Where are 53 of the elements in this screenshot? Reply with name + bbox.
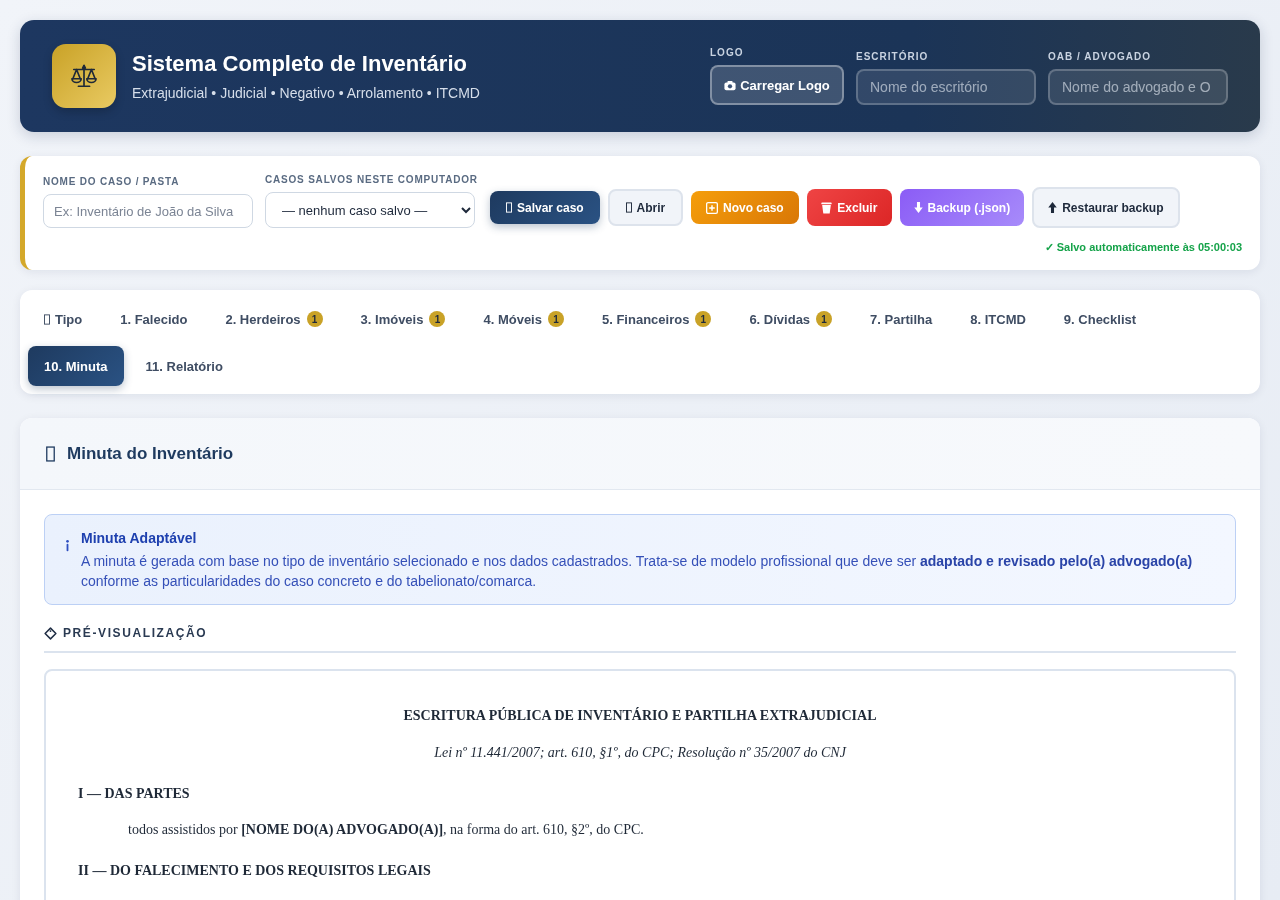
preview-heading: PRÉ-VISUALIZAÇÃO (63, 625, 208, 641)
tab[interactable]: 5. Financeiros 1 (585, 299, 728, 339)
arrow-down-icon (913, 202, 923, 213)
case-name-input[interactable]: Ex: Inventário de João da Silva (43, 194, 253, 228)
field-label: LOGO (710, 47, 745, 59)
delete-button[interactable]: Excluir (806, 189, 892, 226)
field-label: ESCRITÓRIO (856, 51, 930, 63)
open-case-button[interactable]: Abrir (607, 189, 683, 226)
tab[interactable]: Tipo (28, 299, 99, 339)
upload-logo-button[interactable]: Carregar Logo (710, 65, 844, 105)
document-subtitle: Lei nº 11.441/2007; art. 610, §1º, do CPC; Resolução nº 35/2007 do CNJ (433, 744, 848, 762)
notice-title: Minuta Adaptável (81, 529, 198, 547)
missing-glyph-icon (46, 445, 55, 462)
document-paragraph: todos assistidos por [NOME DO(A) ADVOGADO(A)], na forma do art. 610, §2º, do CPC. (127, 821, 645, 839)
app-subtitle: Extrajudicial • Judicial • Negativo • Arrolamento • ITCMD (132, 84, 480, 102)
backup-button[interactable]: Backup (.json) (899, 189, 1024, 226)
info-icon (65, 539, 70, 552)
missing-glyph-icon (625, 202, 632, 213)
tab[interactable]: 4. Móveis 1 (467, 299, 580, 339)
section-title: Minuta do Inventário (67, 443, 234, 464)
tab[interactable]: 3. Imóveis 1 (344, 299, 462, 339)
tab[interactable]: 10. Minuta (28, 346, 124, 386)
save-case-button[interactable]: Salvar caso (489, 191, 600, 224)
camera-icon (724, 79, 737, 91)
document-section-heading: I — DAS PARTES (78, 785, 191, 803)
tab[interactable]: 6. Dívidas 1 (733, 299, 849, 339)
restore-backup-button[interactable]: Restaurar backup (1031, 187, 1180, 228)
tab[interactable]: 8. ITCMD (954, 299, 1042, 339)
scales-icon (52, 44, 116, 108)
document-title: ESCRITURA PÚBLICA DE INVENTÁRIO E PARTILHA EXTRAJUDICIAL (402, 706, 878, 725)
field-label: OAB / ADVOGADO (1048, 51, 1153, 63)
tag-icon (44, 626, 57, 640)
tab[interactable]: 9. Checklist (1047, 299, 1153, 339)
saved-cases-select[interactable]: — nenhum caso salvo — (265, 192, 475, 228)
app-title: Sistema Completo de Inventário (132, 50, 468, 78)
field-label: CASOS SALVOS NESTE COMPUTADOR (265, 174, 478, 186)
missing-glyph-icon (506, 202, 512, 213)
count-badge: 1 (306, 311, 323, 327)
document-section-heading: II — DO FALECIMENTO E DOS REQUISITOS LEGAIS (78, 862, 432, 880)
tab[interactable]: 11. Relatório (129, 346, 239, 386)
plus-square-icon (706, 201, 718, 214)
tab[interactable]: 1. Falecido (104, 299, 204, 339)
arrow-up-icon (1048, 202, 1058, 213)
count-badge: 1 (547, 311, 564, 327)
autosave-status: ✓ Salvo automaticamente às 05:00:03 (1044, 240, 1242, 254)
trash-icon (821, 201, 833, 214)
notice-text: A minuta é gerada com base no tipo de inventário selecionado e nos dados cadastrados. Trata-se de modelo profissional que deve ser adaptado e revisado pelo(a) advogado(a) conforme as particularidades do caso concreto e do tabelionato/comarca. (81, 552, 1194, 591)
tab[interactable]: 2. Herdeiros 1 (209, 299, 339, 339)
tab[interactable]: 7. Partilha (854, 299, 949, 339)
count-badge: 1 (816, 311, 833, 327)
count-badge: 1 (429, 311, 446, 327)
field-label: NOME DO CASO / PASTA (43, 176, 181, 188)
count-badge: 1 (695, 311, 712, 327)
